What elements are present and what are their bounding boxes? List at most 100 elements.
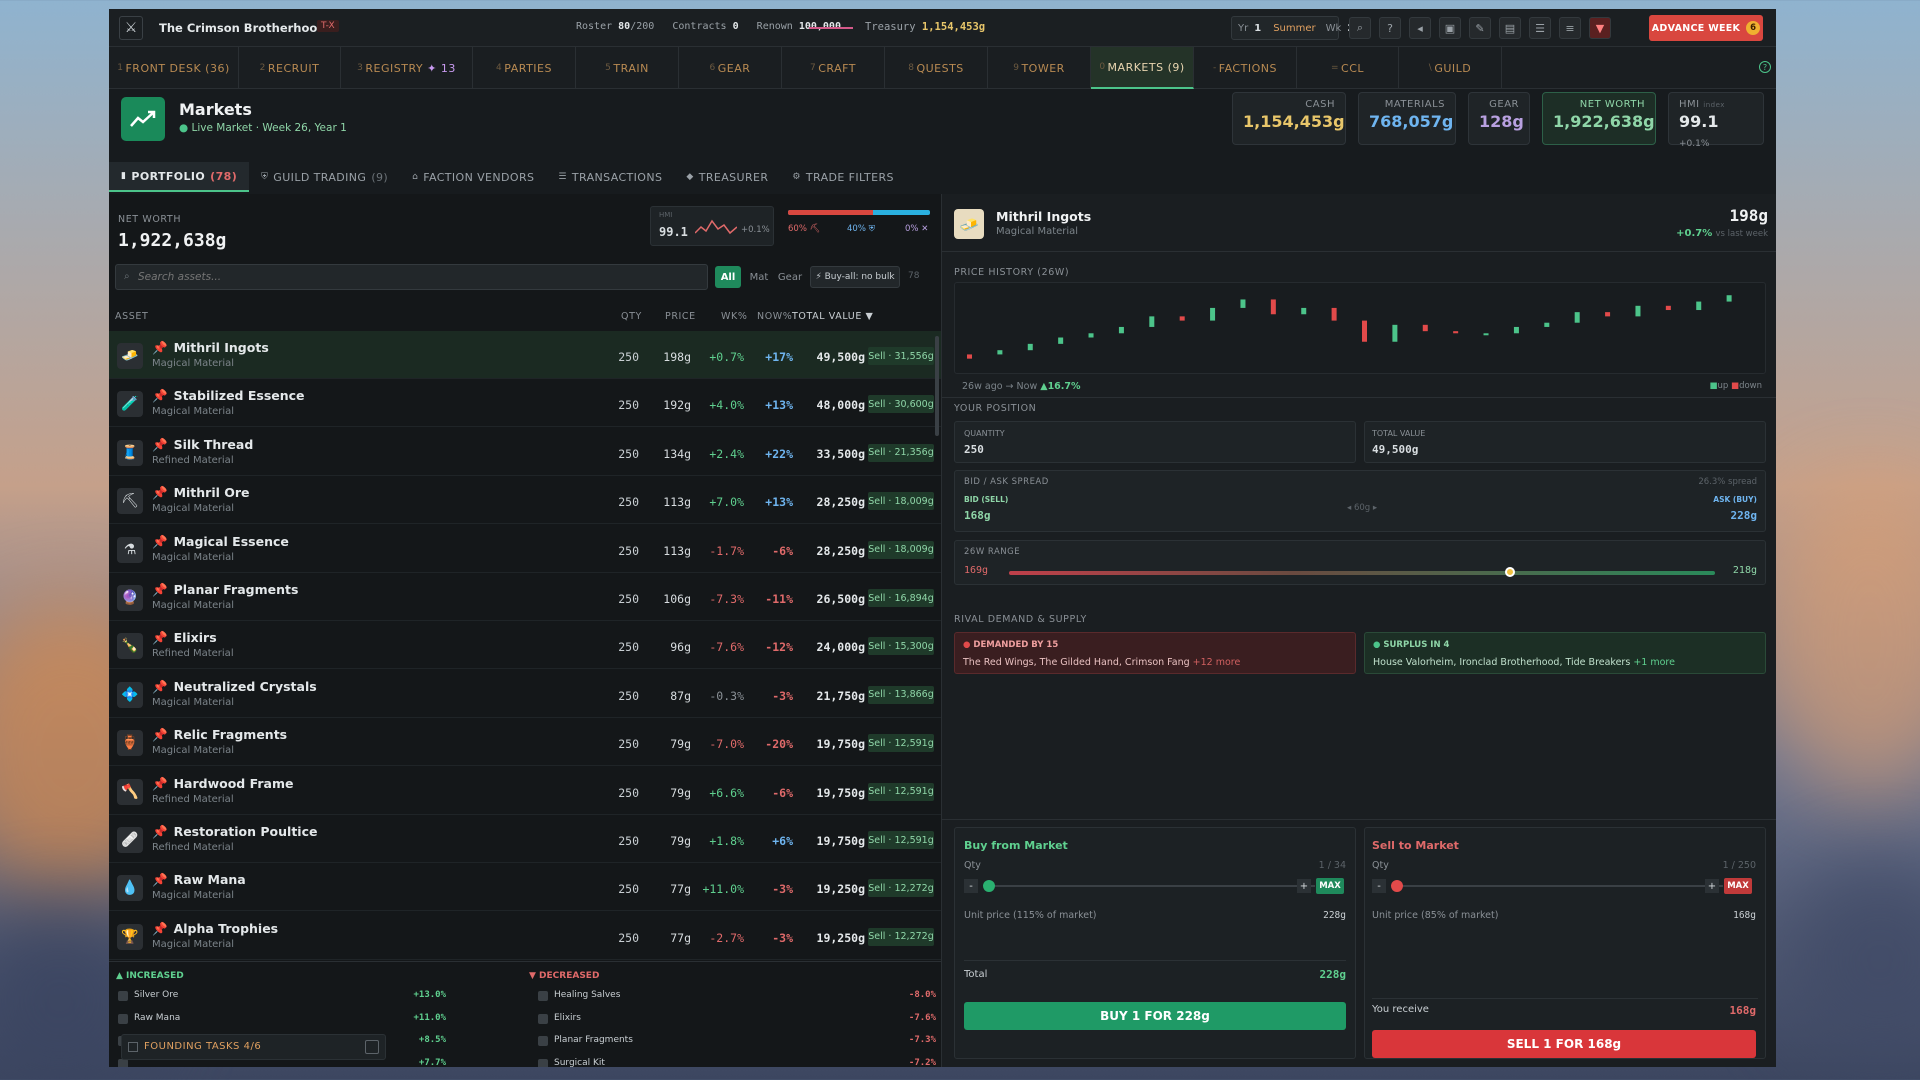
sell-minus-button[interactable]: - xyxy=(1372,879,1386,893)
asset-row[interactable]: 🧵 📌 Silk Thread Refined Material 250 134g… xyxy=(109,428,941,476)
asset-sell-button[interactable]: Sell · 18,009g xyxy=(868,540,934,559)
asset-row[interactable]: 🧈 📌 Mithril Ingots Magical Material 250 1… xyxy=(109,331,941,379)
price-candle xyxy=(1179,316,1185,321)
portrait-icon[interactable]: ▣ xyxy=(1439,17,1461,39)
subtab-guild-trading[interactable]: ⛨ GUILD TRADING (9) xyxy=(249,162,400,192)
col-qty[interactable]: QTY xyxy=(621,311,642,322)
pin-icon[interactable]: 📌 xyxy=(152,582,168,597)
pin-icon[interactable]: 📌 xyxy=(152,824,168,839)
nav-help-icon[interactable]: ? xyxy=(1759,61,1771,73)
buy-minus-button[interactable]: - xyxy=(964,879,978,893)
tab-factions[interactable]: - FACTIONS xyxy=(1194,47,1297,89)
buy-button[interactable]: BUY 1 FOR 228g xyxy=(964,1002,1346,1030)
pin-icon[interactable]: 📌 xyxy=(152,437,168,452)
asset-row[interactable]: 🏆 📌 Alpha Trophies Magical Material 250 7… xyxy=(109,912,941,960)
settings-icon[interactable]: ≡ xyxy=(1559,17,1581,39)
pin-icon[interactable]: 📌 xyxy=(152,679,168,694)
tab-ccl[interactable]: = CCL xyxy=(1297,47,1399,89)
asset-sell-button[interactable]: Sell · 12,591g xyxy=(868,831,934,849)
tab-front-desk[interactable]: 1 FRONT DESK (36) xyxy=(109,47,239,89)
subtab-portfolio[interactable]: ▮ PORTFOLIO (78) xyxy=(109,162,250,192)
subtab-trade-filters[interactable]: ⚙ TRADE FILTERS xyxy=(780,162,906,192)
buy-max-button[interactable]: MAX xyxy=(1316,878,1344,894)
help-icon[interactable]: ? xyxy=(1379,17,1401,39)
pin-icon[interactable]: 📌 xyxy=(152,921,168,936)
tab-label: CCL xyxy=(1341,61,1365,75)
buy-qty-slider[interactable] xyxy=(985,885,1315,887)
crossed-swords-icon[interactable]: ⚔ xyxy=(119,16,143,40)
tab-markets[interactable]: 0 MARKETS (9) xyxy=(1091,47,1194,89)
buy-plus-button[interactable]: + xyxy=(1297,879,1311,893)
asset-sell-button[interactable]: Sell · 13,866g xyxy=(868,685,934,704)
asset-sell-button[interactable]: Sell · 18,009g xyxy=(868,492,934,511)
asset-sell-button[interactable]: Sell · 12,591g xyxy=(868,734,934,753)
col-asset[interactable]: ASSET xyxy=(115,311,148,322)
subtab-transactions[interactable]: ☰ TRANSACTIONS xyxy=(546,162,674,192)
pin-icon[interactable]: 📌 xyxy=(152,485,168,500)
advance-week-button[interactable]: ADVANCE WEEK 6 xyxy=(1649,15,1763,41)
asset-sell-button[interactable]: Sell · 15,300g xyxy=(868,637,934,656)
asset-row[interactable]: 🍾 📌 Elixirs Refined Material 250 96g -7.6… xyxy=(109,621,941,670)
tab-parties[interactable]: 4 PARTIES xyxy=(473,47,576,89)
col-now[interactable]: NOW% xyxy=(757,311,792,322)
tab-recruit[interactable]: 2 RECRUIT xyxy=(239,47,341,89)
sell-qty-slider[interactable] xyxy=(1393,885,1723,887)
asset-sell-button[interactable]: Sell · 16,894g xyxy=(868,589,934,607)
sell-button[interactable]: SELL 1 FOR 168g xyxy=(1372,1030,1756,1058)
asset-row[interactable]: ⛏ 📌 Mithril Ore Magical Material 250 113g… xyxy=(109,476,941,525)
asset-sell-button[interactable]: Sell · 30,600g xyxy=(868,395,934,414)
asset-row[interactable]: 💠 📌 Neutralized Crystals Magical Material… xyxy=(109,670,941,718)
pin-icon[interactable]: 📌 xyxy=(152,872,168,887)
alert-icon[interactable]: ▼ xyxy=(1589,17,1611,39)
filter-gear[interactable]: Gear xyxy=(775,266,805,288)
pin-icon[interactable]: 📌 xyxy=(152,630,168,645)
mover-item: Planar Fragments -7.3% xyxy=(536,1035,936,1049)
search-icon[interactable]: ⌕ xyxy=(1349,17,1371,39)
buy-slider-handle[interactable] xyxy=(983,880,995,892)
tab-registry[interactable]: 3 REGISTRY ✦ 13 xyxy=(341,47,473,89)
asset-row[interactable]: 🪓 📌 Hardwood Frame Refined Material 250 7… xyxy=(109,767,941,815)
asset-sell-button[interactable]: Sell · 12,272g xyxy=(868,927,934,946)
subtab-faction-vendors[interactable]: ⌂ FACTION VENDORS xyxy=(400,162,546,192)
pin-icon[interactable]: 📌 xyxy=(152,776,168,791)
subtab-treasurer[interactable]: ◆ TREASURER xyxy=(674,162,780,192)
asset-sell-button[interactable]: Sell · 31,556g xyxy=(868,347,934,365)
edit-icon[interactable]: ✎ xyxy=(1469,17,1491,39)
tab-guild[interactable]: \ GUILD xyxy=(1399,47,1502,89)
sound-icon[interactable]: ◂ xyxy=(1409,17,1431,39)
col-price[interactable]: PRICE xyxy=(665,311,696,322)
tab-quests[interactable]: 8 QUESTS xyxy=(885,47,988,89)
asset-row[interactable]: ⚗ 📌 Magical Essence Magical Material 250 … xyxy=(109,525,941,573)
notes-icon[interactable]: ☰ xyxy=(1529,17,1551,39)
sell-plus-button[interactable]: + xyxy=(1705,879,1719,893)
asset-sell-button[interactable]: Sell · 12,591g xyxy=(868,782,934,801)
asset-sell-button[interactable]: Sell · 12,272g xyxy=(868,879,934,898)
founding-tasks-bar[interactable]: FOUNDING TASKS 4/6 xyxy=(121,1034,386,1060)
sell-max-button[interactable]: MAX xyxy=(1724,878,1752,894)
tab-craft[interactable]: 7 CRAFT xyxy=(782,47,885,89)
asset-row[interactable]: 🏺 📌 Relic Fragments Magical Material 250 … xyxy=(109,718,941,767)
sell-slider-handle[interactable] xyxy=(1391,880,1403,892)
asset-sell-button[interactable]: Sell · 21,356g xyxy=(868,443,934,462)
filter-all[interactable]: All xyxy=(715,266,741,288)
list-scrollbar[interactable] xyxy=(935,336,939,436)
filter-mat[interactable]: Mat xyxy=(745,266,773,288)
asset-row[interactable]: 🔮 📌 Planar Fragments Magical Material 250… xyxy=(109,573,941,621)
pin-icon[interactable]: 📌 xyxy=(152,534,168,549)
pin-icon[interactable]: 📌 xyxy=(152,727,168,742)
tab-tower[interactable]: 9 TOWER xyxy=(988,47,1091,89)
expand-icon[interactable] xyxy=(365,1040,379,1054)
pin-icon[interactable]: 📌 xyxy=(152,340,168,355)
asset-row[interactable]: 🩹 📌 Restoration Poultice Refined Material… xyxy=(109,815,941,863)
asset-row[interactable]: 💧 📌 Raw Mana Magical Material 250 77g +11… xyxy=(109,863,941,912)
buy-all-button[interactable]: ⚡ Buy-all: no bulk xyxy=(810,266,900,288)
search-input[interactable] xyxy=(138,268,698,286)
col-wk[interactable]: WK% xyxy=(721,311,747,322)
tab-gear[interactable]: 6 GEAR xyxy=(679,47,782,89)
book-icon[interactable]: ▤ xyxy=(1499,17,1521,39)
asset-qty: 250 xyxy=(618,543,639,558)
pin-icon[interactable]: 📌 xyxy=(152,388,168,403)
col-total-value[interactable]: TOTAL VALUE ▼ xyxy=(792,311,873,322)
asset-row[interactable]: 🧪 📌 Stabilized Essence Magical Material 2… xyxy=(109,379,941,428)
tab-train[interactable]: 5 TRAIN xyxy=(576,47,679,89)
